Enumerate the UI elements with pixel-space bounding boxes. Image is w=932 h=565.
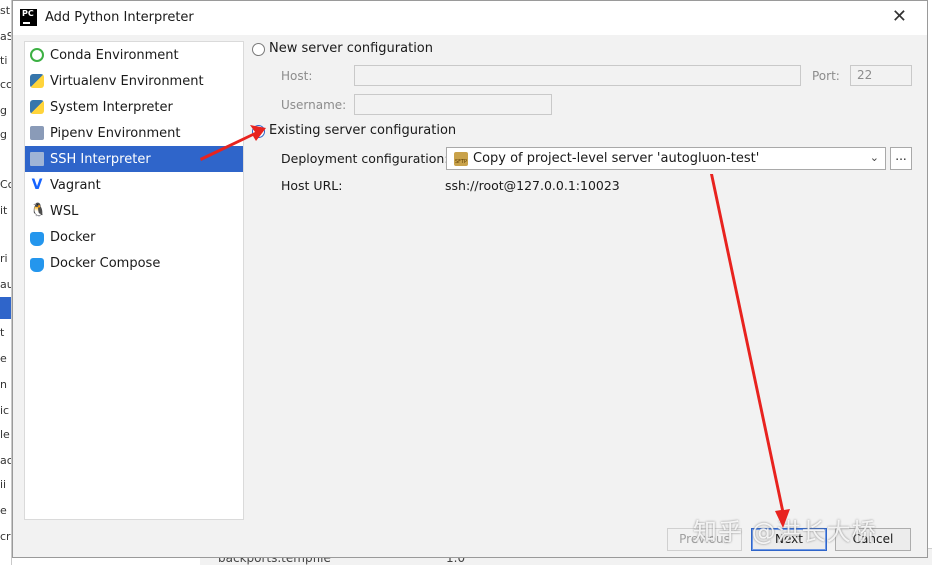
sidebar-item-ssh-interpreter[interactable]: SSH Interpreter (25, 146, 243, 172)
sidebar-item-label: Conda Environment (50, 47, 179, 63)
deployment-config-value: Copy of project-level server 'autogluon-… (473, 151, 760, 166)
sidebar-item-label: Vagrant (50, 177, 101, 193)
sidebar-item-label: SSH Interpreter (50, 151, 151, 167)
host-url-value: ssh://root@127.0.0.1:10023 (445, 178, 620, 193)
background-text: n (0, 378, 7, 391)
sidebar-item-virtualenv[interactable]: Virtualenv Environment (25, 68, 243, 94)
background-text: aS (0, 30, 11, 43)
interpreter-type-list: Conda Environment Virtualenv Environment… (24, 41, 244, 520)
existing-server-radio[interactable] (252, 125, 265, 138)
background-text: ic (0, 404, 10, 417)
background-text: au (0, 278, 11, 291)
background-text: ii (0, 478, 7, 491)
sidebar-item-label: WSL (50, 203, 79, 219)
sftp-server-icon: SFTP (454, 151, 468, 166)
deployment-config-browse-button[interactable]: ... (890, 147, 912, 170)
background-text: e (0, 352, 7, 365)
close-icon[interactable]: ✕ (892, 7, 907, 27)
dialog-title: Add Python Interpreter (45, 10, 194, 25)
host-input[interactable] (354, 65, 801, 86)
sidebar-item-label: Docker Compose (50, 255, 161, 271)
background-text: g (0, 104, 7, 117)
background-text: cr (0, 530, 11, 543)
sidebar-item-conda[interactable]: Conda Environment (25, 42, 243, 68)
ssh-icon (30, 152, 44, 166)
background-ide-strip: st aS ti cc g g Cc it ri au t e n ic le … (0, 0, 12, 565)
new-server-radio[interactable] (252, 43, 265, 56)
background-text: st (0, 4, 11, 17)
background-text: t (0, 326, 5, 339)
sftp-icon-text: SFTP (454, 158, 468, 165)
logo-bar (23, 22, 30, 24)
sidebar-item-vagrant[interactable]: V Vagrant (25, 172, 243, 198)
pycharm-logo-icon: PC (20, 9, 37, 26)
watermark: 知乎 @洪长大桥 (693, 518, 877, 546)
port-input[interactable]: 22 (850, 65, 912, 86)
deployment-config-select[interactable]: SFTP Copy of project-level server 'autog… (446, 147, 886, 170)
background-text: g (0, 128, 7, 141)
existing-server-label: Existing server configuration (269, 123, 457, 138)
logo-text: PC (22, 9, 34, 18)
vagrant-icon: V (31, 177, 43, 193)
sidebar-item-docker[interactable]: Docker (25, 224, 243, 250)
pipenv-icon (30, 126, 44, 140)
background-text: ac (0, 454, 12, 467)
background-text: ri (0, 252, 8, 265)
chevron-down-icon: ⌄ (869, 151, 879, 164)
sidebar-item-label: Docker (50, 229, 96, 245)
python-icon (30, 100, 44, 114)
background-text: e (0, 504, 7, 517)
host-url-label: Host URL: (281, 178, 343, 193)
docker-icon (30, 232, 44, 246)
port-label: Port: (812, 69, 840, 83)
linux-penguin-icon: 🐧 (30, 203, 47, 218)
add-python-interpreter-dialog: PC Add Python Interpreter ✕ Conda Enviro… (12, 0, 928, 558)
sidebar-item-label: Virtualenv Environment (50, 73, 204, 89)
background-text: it (0, 204, 8, 217)
background-text: le (0, 428, 10, 441)
background-selection (0, 297, 11, 319)
sidebar-item-label: Pipenv Environment (50, 125, 181, 141)
deployment-config-label: Deployment configuration: (281, 151, 449, 166)
sidebar-item-pipenv[interactable]: Pipenv Environment (25, 120, 243, 146)
sidebar-item-label: System Interpreter (50, 99, 173, 115)
conda-icon (30, 48, 44, 62)
virtualenv-icon (30, 74, 44, 88)
username-label: Username: (281, 98, 347, 112)
host-label: Host: (281, 69, 313, 83)
dialog-titlebar: PC Add Python Interpreter ✕ (13, 1, 927, 35)
sidebar-item-system-interpreter[interactable]: System Interpreter (25, 94, 243, 120)
background-text: ti (0, 54, 8, 67)
sidebar-item-wsl[interactable]: 🐧 WSL (25, 198, 243, 224)
username-input[interactable] (354, 94, 552, 115)
sidebar-item-docker-compose[interactable]: Docker Compose (25, 250, 243, 276)
background-text: cc (0, 78, 12, 91)
docker-compose-icon (30, 258, 44, 272)
background-text: Cc (0, 178, 11, 191)
new-server-label: New server configuration (269, 41, 434, 56)
